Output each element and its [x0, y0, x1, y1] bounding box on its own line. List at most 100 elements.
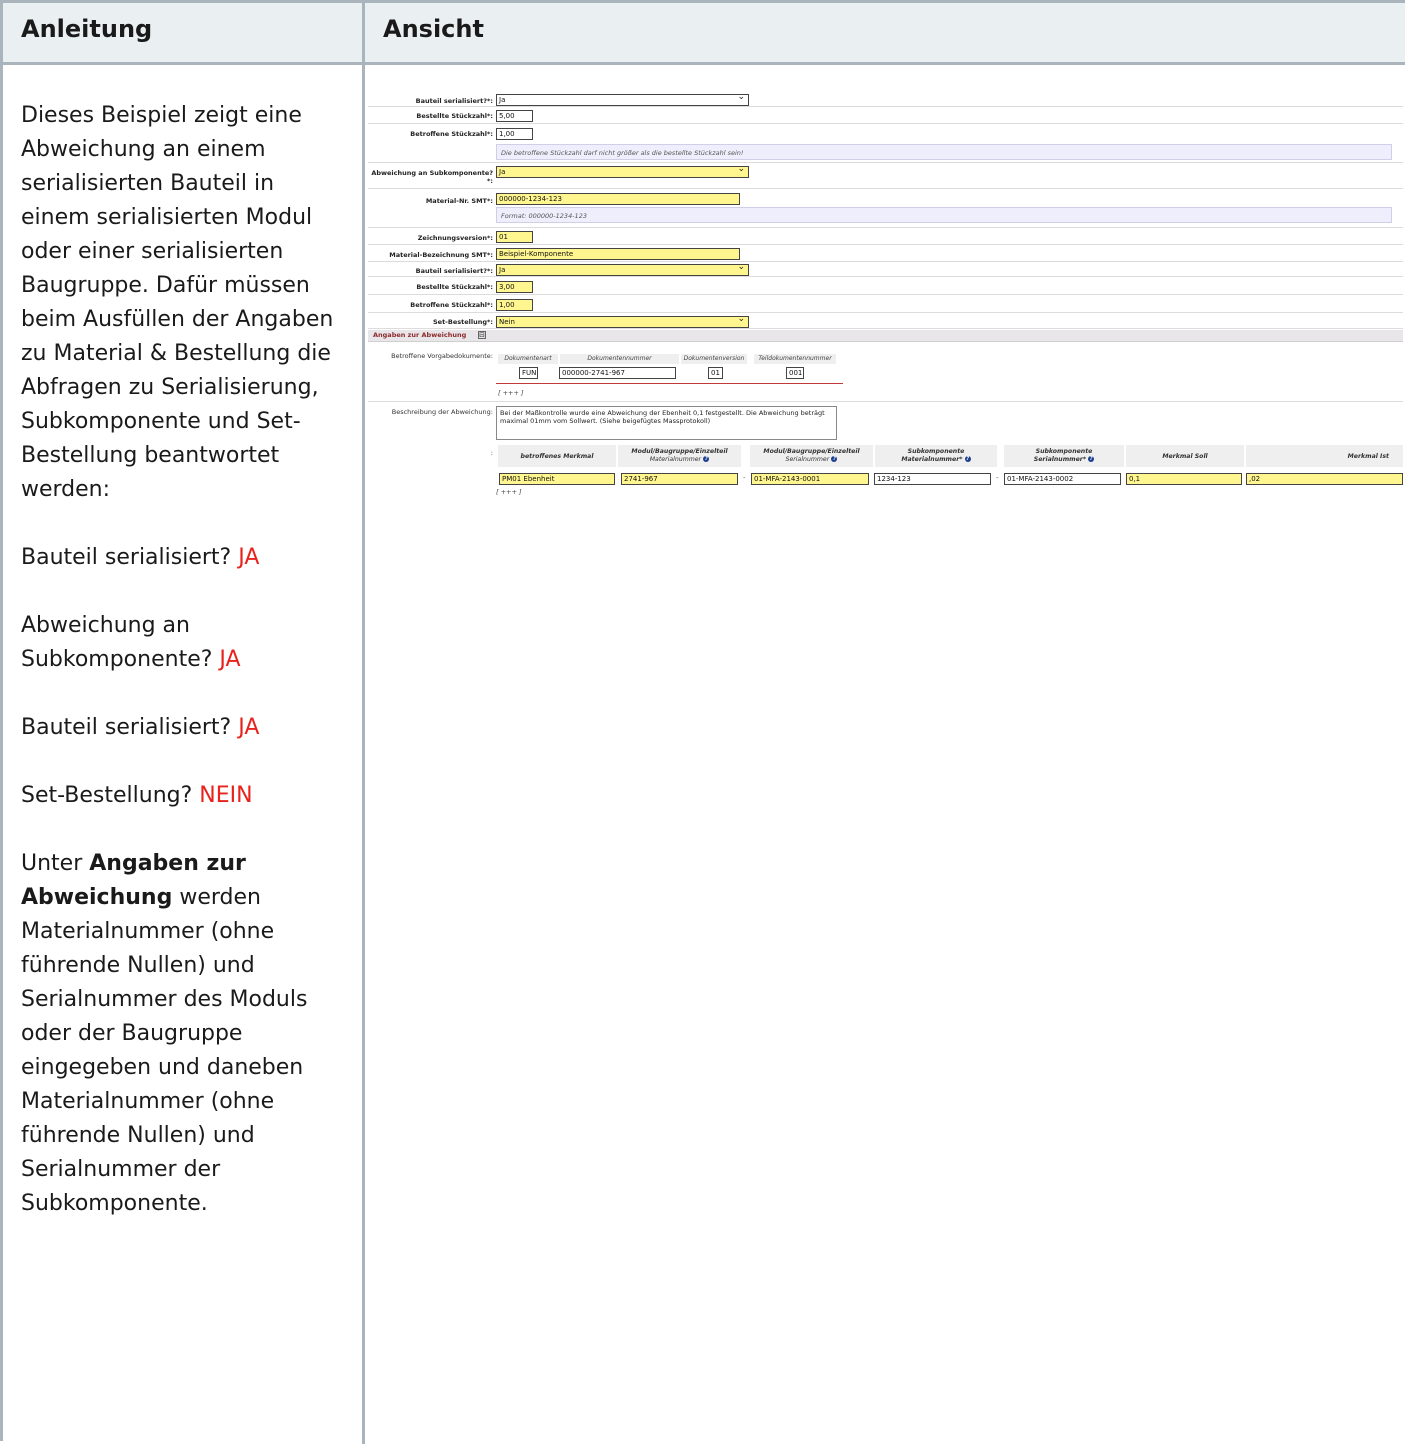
dash-separator: -: [743, 474, 746, 482]
label: Abweichung an Subkomponente? *:: [368, 169, 493, 185]
header-sub: Serialnummer: [785, 456, 830, 463]
help-icon[interactable]: ?: [703, 456, 710, 462]
col-dokumentenversion: Dokumentenversion: [681, 354, 747, 364]
question-text: Bauteil serialisiert?: [21, 545, 232, 570]
set-bestellung-select[interactable]: Nein: [496, 316, 749, 328]
view-column: Bauteil serialisiert?*: Ja Bestellte Stü…: [368, 65, 1405, 1444]
answer-text: JA: [238, 715, 260, 740]
hint-format: Format: 000000-1234-123: [496, 207, 1392, 223]
row-material-nr: Material-Nr. SMT*: 000000-1234-123 Forma…: [368, 190, 1403, 228]
grid-header-merkmal: betroffenes Merkmal: [498, 445, 616, 467]
answer-text: JA: [238, 545, 260, 570]
header-title: Modul/Baugruppe/Einzelteil: [763, 448, 860, 455]
col-dokumentenart: Dokumentenart: [498, 354, 558, 364]
answer-text: NEIN: [199, 783, 253, 808]
section-angaben-zur-abweichung[interactable]: Angaben zur Abweichung ⊟: [368, 330, 1403, 342]
instruction-q3: Bauteil serialisiert? JA: [21, 711, 346, 745]
header-title: Modul/Baugruppe/Einzelteil: [631, 448, 728, 455]
label: Bestellte Stückzahl*:: [416, 283, 493, 291]
grid-header-modul-serialnummer: Modul/Baugruppe/Einzelteil Serialnummer …: [750, 445, 873, 467]
sub-serialnummer-input[interactable]: 01-MFA-2143-0002: [1004, 473, 1121, 485]
instruction-table: Anleitung Ansicht Dieses Beispiel zeigt …: [0, 0, 1405, 1444]
modul-serialnummer-input[interactable]: 01-MFA-2143-0001: [751, 473, 869, 485]
hint-stueckzahl: Die betroffene Stückzahl darf nicht größ…: [496, 144, 1392, 160]
add-vorgabedokument-link[interactable]: [ +++ ]: [498, 389, 524, 397]
answer-text: JA: [219, 647, 241, 672]
row-bauteil-serialisiert-1: Bauteil serialisiert?*: Ja: [368, 93, 1403, 107]
material-nr-input[interactable]: 000000-1234-123: [496, 193, 740, 205]
divider: [368, 401, 1403, 402]
col-dokumentennummer: Dokumentennummer: [560, 354, 679, 364]
header-title: Subkomponente: [907, 448, 965, 455]
question-text: Set-Bestellung?: [21, 783, 193, 808]
collapse-icon[interactable]: ⊟: [478, 331, 486, 339]
beschreibung-textarea[interactable]: Bei der Maßkontrolle wurde eine Abweichu…: [496, 406, 837, 440]
zeichnungsversion-input[interactable]: 01: [496, 231, 533, 243]
bestellte-stueckzahl-input[interactable]: 5,00: [496, 110, 533, 122]
label-line1: Abweichung an Subkomponente?: [371, 169, 493, 177]
header-sub: Serialnummer*: [1033, 456, 1087, 463]
header-sub: Materialnummer*: [901, 456, 963, 463]
row-set-bestellung: Set-Bestellung*: Nein: [368, 314, 1403, 329]
grid-header-modul-materialnummer: Modul/Baugruppe/Einzelteil Materialnumme…: [618, 445, 741, 467]
dash-separator: -: [996, 474, 999, 482]
instruction-q4: Set-Bestellung? NEIN: [21, 779, 346, 813]
modul-materialnummer-input[interactable]: 2741-967: [621, 473, 738, 485]
grid-header-sub-materialnummer: Subkomponente Materialnummer* ?: [875, 445, 997, 467]
dokumentennummer-input[interactable]: 000000-2741-967: [559, 367, 676, 379]
label: Set-Bestellung*:: [432, 318, 493, 326]
instructions-intro: Dieses Beispiel zeigt eine Abweichung an…: [21, 103, 334, 502]
help-icon[interactable]: ?: [964, 456, 971, 462]
row-zeichnungsversion: Zeichnungsversion*: 01: [368, 229, 1403, 245]
help-icon[interactable]: ?: [1088, 456, 1095, 462]
label: Bestellte Stückzahl*:: [416, 112, 493, 120]
divider: [496, 383, 843, 384]
row-material-bezeichnung: Material-Bezeichnung SMT*: Beispiel-Komp…: [368, 246, 1403, 262]
bauteil-serialisiert-2-select[interactable]: Ja: [496, 264, 749, 276]
instruction-q2: Abweichung an Subkomponente? JA: [21, 609, 346, 677]
outro-pre: Unter: [21, 851, 83, 876]
row-bauteil-serialisiert-2: Bauteil serialisiert?*: Ja: [368, 263, 1403, 277]
label: Material-Bezeichnung SMT*:: [389, 251, 493, 259]
label: Zeichnungsversion*:: [417, 234, 493, 242]
label-line2: *:: [487, 177, 493, 185]
row-betroffene-stueckzahl-1: Betroffene Stückzahl*: 1,00 Die betroffe…: [368, 125, 1403, 163]
outro-post: werden Materialnummer (ohne führende Nul…: [21, 885, 308, 1216]
header-anleitung: Anleitung: [3, 3, 365, 65]
betroffene-stueckzahl-input[interactable]: 1,00: [496, 128, 533, 140]
grid-colon: :: [490, 449, 493, 457]
merkmal-input[interactable]: PM01 Ebenheit: [499, 473, 615, 485]
instructions-column: Dieses Beispiel zeigt eine Abweichung an…: [3, 65, 365, 1444]
dokumentenart-input[interactable]: FUN: [519, 367, 538, 379]
label: Bauteil serialisiert?*:: [415, 97, 493, 105]
header-ansicht: Ansicht: [365, 3, 1405, 65]
label: Betroffene Stückzahl*:: [410, 130, 493, 138]
grid-header-merkmal-ist: Merkmal Ist: [1246, 445, 1403, 467]
material-bezeichnung-input[interactable]: Beispiel-Komponente: [496, 248, 740, 260]
sub-materialnummer-input[interactable]: 1234-123: [874, 473, 991, 485]
teildokumentennummer-input[interactable]: 001: [786, 367, 804, 379]
help-icon[interactable]: ?: [831, 456, 838, 462]
abweichung-subkomponente-select[interactable]: Ja: [496, 166, 749, 178]
label: Bauteil serialisiert?*:: [415, 267, 493, 275]
label: Material-Nr. SMT*:: [425, 197, 493, 205]
row-bestellte-stueckzahl-2: Bestellte Stückzahl*: 3,00: [368, 278, 1403, 295]
betroffene-stueckzahl-2-input[interactable]: 1,00: [496, 299, 533, 311]
beschreibung-label: Beschreibung der Abweichung:: [391, 408, 493, 416]
merkmal-ist-input[interactable]: ,02: [1246, 473, 1403, 485]
question-text: Abweichung an Subkomponente?: [21, 613, 213, 672]
add-merkmal-link[interactable]: [ +++ ]: [496, 488, 522, 496]
question-text: Bauteil serialisiert?: [21, 715, 232, 740]
bestellte-stueckzahl-2-input[interactable]: 3,00: [496, 281, 533, 293]
merkmal-soll-input[interactable]: 0,1: [1126, 473, 1242, 485]
header-sub: Materialnummer: [649, 456, 702, 463]
instruction-q1: Bauteil serialisiert? JA: [21, 541, 346, 575]
dokumentenversion-input[interactable]: 01: [708, 367, 723, 379]
grid-header-merkmal-soll: Merkmal Soll: [1126, 445, 1244, 467]
label: Betroffene Stückzahl*:: [410, 301, 493, 309]
section-title: Angaben zur Abweichung: [373, 331, 467, 339]
row-abweichung-subkomponente: Abweichung an Subkomponente? *: Ja: [368, 164, 1403, 189]
vorgabe-label: Betroffene Vorgabedokumente:: [391, 352, 493, 360]
col-teildokumentennummer: Teildokumentennummer: [754, 354, 836, 364]
bauteil-serialisiert-select[interactable]: Ja: [496, 94, 749, 106]
